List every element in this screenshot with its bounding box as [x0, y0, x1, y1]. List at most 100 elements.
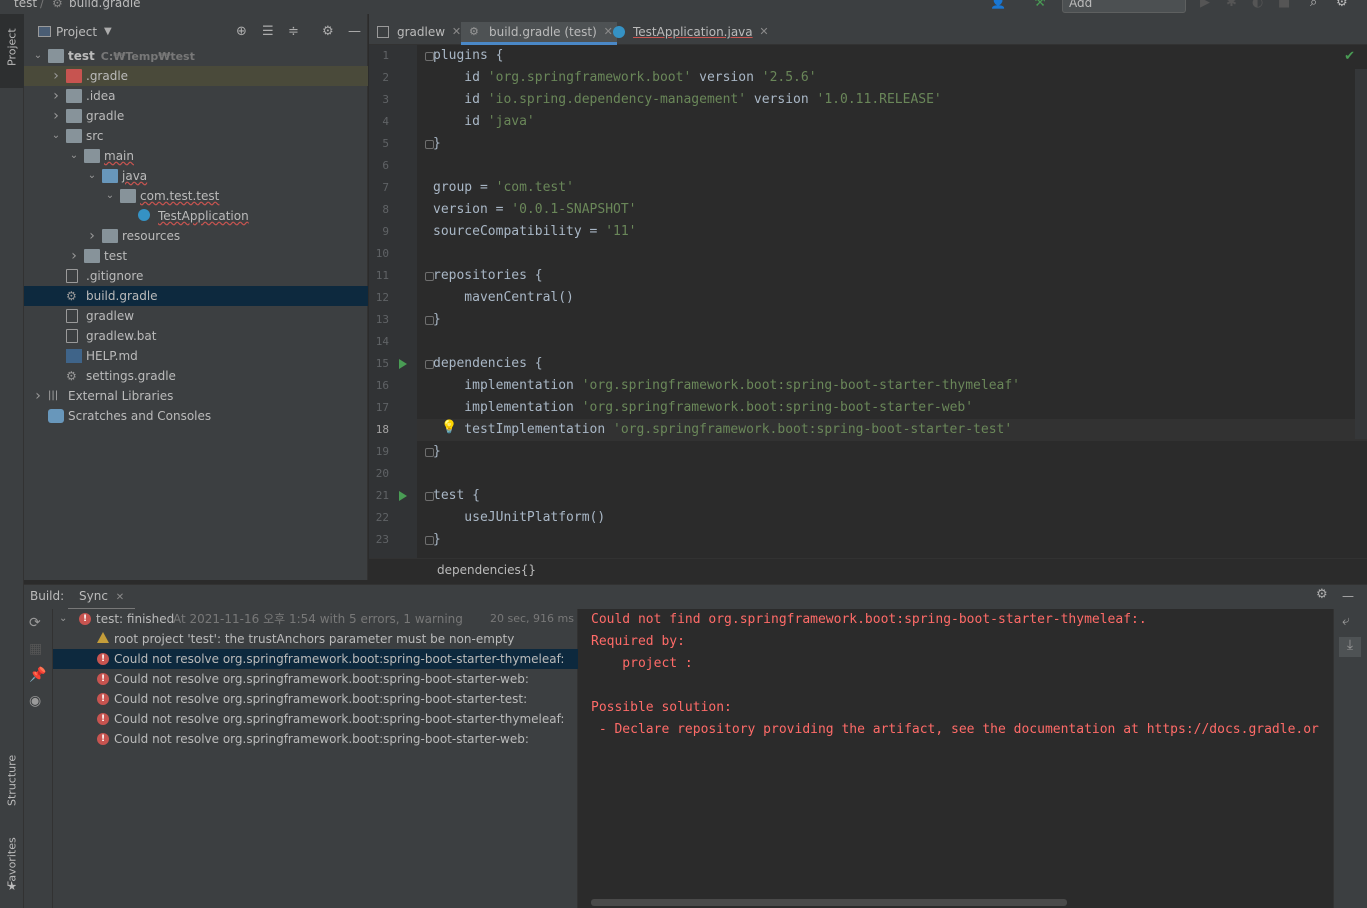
- code-line[interactable]: sourceCompatibility = '11': [433, 221, 637, 243]
- close-icon[interactable]: ✕: [116, 592, 124, 603]
- chevron-right-icon[interactable]: ›: [50, 86, 62, 106]
- fold-marker-icon[interactable]: [425, 52, 434, 61]
- code-line[interactable]: repositories {: [433, 265, 543, 287]
- project-stripe-tab[interactable]: Project: [0, 14, 24, 88]
- chevron-right-icon[interactable]: ›: [32, 386, 44, 406]
- code-line[interactable]: useJUnitPlatform(): [433, 507, 605, 529]
- chevron-down-icon[interactable]: ⌄: [104, 186, 116, 206]
- tab-sync[interactable]: Sync ✕: [68, 589, 136, 610]
- line-number[interactable]: 19: [369, 445, 389, 458]
- chevron-down-icon[interactable]: ⌄: [59, 609, 67, 629]
- line-number[interactable]: 10: [369, 247, 389, 260]
- line-number[interactable]: 2: [369, 71, 389, 84]
- hide-panel-icon[interactable]: —: [348, 24, 361, 39]
- pin-icon[interactable]: 📌: [29, 667, 46, 683]
- lightbulb-icon[interactable]: 💡: [441, 420, 457, 435]
- run-gutter-icon[interactable]: [399, 359, 407, 369]
- code-line[interactable]: id 'java': [433, 111, 534, 133]
- line-number[interactable]: 15: [369, 357, 389, 370]
- expand-all-icon[interactable]: ☰: [262, 24, 274, 39]
- code-line[interactable]: dependencies {: [433, 353, 543, 375]
- tree-item[interactable]: gradlew: [24, 306, 368, 326]
- code-line[interactable]: plugins {: [433, 45, 503, 67]
- build-message-row[interactable]: root project 'test': the trustAnchors pa…: [53, 629, 578, 649]
- refresh-icon[interactable]: ⟳: [29, 615, 41, 631]
- line-number[interactable]: 11: [369, 269, 389, 282]
- editor-gutter[interactable]: 1 2 3 4 5 6 7 8 9 10 11 12 13 14 15 16 17 18 19 20 21 22 23: [369, 45, 417, 558]
- code-line[interactable]: version = '0.0.1-SNAPSHOT': [433, 199, 637, 221]
- chevron-right-icon[interactable]: ›: [86, 226, 98, 246]
- line-number[interactable]: 20: [369, 467, 389, 480]
- debug-icon[interactable]: ✱: [1226, 0, 1237, 10]
- code-line[interactable]: testImplementation 'org.springframework.…: [433, 419, 1012, 441]
- tree-item[interactable]: .gitignore: [24, 266, 368, 286]
- tree-item[interactable]: › test: [24, 246, 368, 266]
- line-number[interactable]: 18: [369, 423, 389, 436]
- build-message-row[interactable]: ! Could not resolve org.springframework.b…: [53, 729, 578, 749]
- line-number[interactable]: 23: [369, 533, 389, 546]
- stop-icon[interactable]: ▦: [29, 641, 42, 657]
- build-message-row[interactable]: ! Could not resolve org.springframework.b…: [53, 649, 578, 669]
- add-configuration-button[interactable]: Add Configuration...: [1062, 0, 1186, 14]
- user-icon[interactable]: 👤: [990, 0, 1006, 10]
- code-line[interactable]: }: [433, 133, 441, 155]
- editor-scrollbar[interactable]: [1355, 69, 1367, 439]
- line-number[interactable]: 6: [369, 159, 389, 172]
- tree-item[interactable]: TestApplication: [24, 206, 368, 226]
- soft-wrap-icon[interactable]: ⤶: [1342, 613, 1350, 629]
- code-line[interactable]: }: [433, 529, 441, 551]
- tree-item[interactable]: ⌄ java: [24, 166, 368, 186]
- line-number[interactable]: 13: [369, 313, 389, 326]
- locate-file-icon[interactable]: ⊕: [236, 24, 247, 39]
- code-line[interactable]: }: [433, 309, 441, 331]
- line-number[interactable]: 1: [369, 49, 389, 62]
- code-line[interactable]: test {: [433, 485, 480, 507]
- eye-icon[interactable]: ◉: [29, 693, 41, 709]
- line-number[interactable]: 4: [369, 115, 389, 128]
- build-hammer-icon[interactable]: ⚒: [1034, 0, 1046, 10]
- tree-item[interactable]: ⚙ build.gradle: [24, 286, 368, 306]
- chevron-right-icon[interactable]: ›: [50, 66, 62, 86]
- scroll-to-end-icon[interactable]: ⤓: [1339, 637, 1361, 657]
- coverage-icon[interactable]: ◐: [1252, 0, 1263, 10]
- tab-build-gradle[interactable]: ⚙ build.gradle (test) ✕: [461, 22, 617, 45]
- close-icon[interactable]: ✕: [452, 22, 461, 42]
- search-icon[interactable]: ⌕: [1310, 0, 1317, 10]
- console-horizontal-scrollbar[interactable]: [591, 899, 1067, 906]
- code-line[interactable]: group = 'com.test': [433, 177, 574, 199]
- chevron-right-icon[interactable]: ›: [68, 246, 80, 266]
- structure-stripe-tab[interactable]: Structure: [0, 744, 24, 816]
- hide-panel-icon[interactable]: —: [1342, 589, 1354, 603]
- inspection-ok-icon[interactable]: ✔: [1344, 49, 1355, 64]
- editor-breadcrumb[interactable]: dependencies{}: [437, 563, 536, 577]
- code-line[interactable]: implementation 'org.springframework.boot…: [433, 375, 1020, 397]
- gear-icon[interactable]: ⚙: [1316, 587, 1328, 602]
- fold-marker-icon[interactable]: [425, 360, 434, 369]
- tree-item[interactable]: › resources: [24, 226, 368, 246]
- fold-marker-icon[interactable]: [425, 272, 434, 281]
- tree-item[interactable]: Scratches and Consoles: [24, 406, 368, 426]
- fold-marker-icon[interactable]: [425, 492, 434, 501]
- chevron-down-icon[interactable]: ⌄: [32, 46, 44, 66]
- fold-marker-icon[interactable]: [425, 448, 434, 457]
- stop-icon[interactable]: ■: [1278, 0, 1290, 10]
- tree-item[interactable]: HELP.md: [24, 346, 368, 366]
- fold-marker-icon[interactable]: [425, 140, 434, 149]
- line-number[interactable]: 9: [369, 225, 389, 238]
- line-number[interactable]: 14: [369, 335, 389, 348]
- breadcrumb-project[interactable]: test: [14, 0, 37, 10]
- code-line[interactable]: id 'org.springframework.boot' version '2…: [433, 67, 816, 89]
- chevron-down-icon[interactable]: ⌄: [86, 166, 98, 186]
- line-number[interactable]: 21: [369, 489, 389, 502]
- fold-marker-icon[interactable]: [425, 536, 434, 545]
- build-summary-row[interactable]: ⌄ ! test: finished At 2021-11-16 오후 1:54…: [53, 609, 578, 629]
- breadcrumb-file[interactable]: build.gradle: [69, 0, 141, 10]
- tree-item[interactable]: ⚙ settings.gradle: [24, 366, 368, 386]
- line-number[interactable]: 5: [369, 137, 389, 150]
- tree-item[interactable]: ⌄ src: [24, 126, 368, 146]
- tab-gradlew[interactable]: gradlew ✕: [369, 22, 465, 45]
- build-message-row[interactable]: ! Could not resolve org.springframework.b…: [53, 689, 578, 709]
- collapse-all-icon[interactable]: ≑: [288, 24, 299, 39]
- line-number[interactable]: 22: [369, 511, 389, 524]
- line-number[interactable]: 7: [369, 181, 389, 194]
